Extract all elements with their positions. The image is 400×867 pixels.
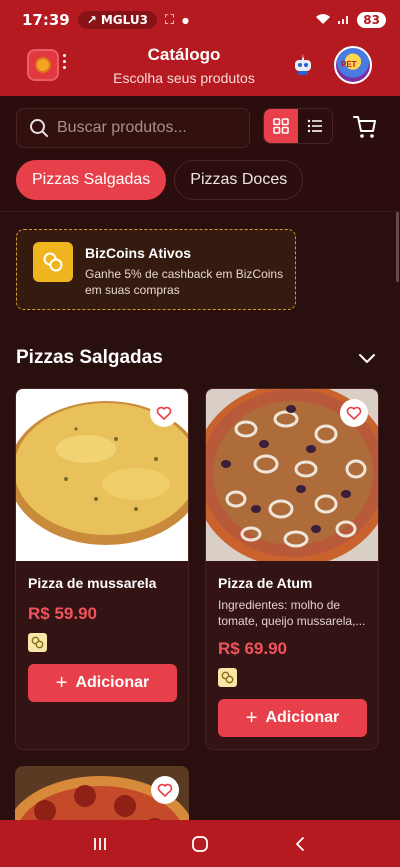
tab-pizzas-salgadas[interactable]: Pizzas Salgadas <box>16 160 167 200</box>
back-button[interactable] <box>285 829 315 859</box>
status-bar: 17:39 ↗ MGLU3 ⛶ ● 83 <box>0 0 400 40</box>
signal-icon <box>337 13 351 28</box>
add-to-cart-button[interactable]: + Adicionar <box>218 699 367 737</box>
add-button-label: Adicionar <box>75 674 150 691</box>
grid-view-icon <box>273 118 289 134</box>
grid-view-button[interactable] <box>264 109 298 143</box>
heart-icon <box>157 783 173 797</box>
wifi-icon <box>315 13 331 28</box>
list-view-button[interactable] <box>298 109 332 143</box>
catalog-content[interactable]: BizCoins Ativos Ganhe 5% de cashback em … <box>0 212 400 820</box>
category-tabs: Pizzas Salgadas Pizzas Doces <box>16 160 304 200</box>
status-time: 17:39 <box>22 11 70 29</box>
view-toggle <box>263 108 333 144</box>
tab-pizzas-doces[interactable]: Pizzas Doces <box>174 160 304 200</box>
promo-text: Ganhe 5% de cashback em BizCoins em suas… <box>85 267 284 297</box>
favorite-button[interactable] <box>151 776 179 804</box>
list-view-icon <box>307 119 322 133</box>
plus-icon: + <box>245 706 258 729</box>
coin-icon <box>33 242 73 282</box>
avatar-text: PET <box>341 60 357 69</box>
search-icon <box>30 119 48 137</box>
product-price: R$ 69.90 <box>218 639 287 658</box>
favorite-button[interactable] <box>340 399 368 427</box>
avatar[interactable]: PET <box>334 46 372 84</box>
status-ticker-pill: ↗ MGLU3 <box>77 11 157 29</box>
home-icon <box>192 835 208 852</box>
heart-icon <box>346 406 362 420</box>
promo-title: BizCoins Ativos <box>85 245 192 261</box>
product-name: Pizza de mussarela <box>28 575 157 591</box>
product-price: R$ 59.90 <box>28 604 97 623</box>
notification-dot-icon: ● <box>182 15 190 25</box>
product-card[interactable]: Pizza de Atum Ingredientes: molho de tom… <box>205 388 379 750</box>
screenshot-icon: ⛶ <box>164 12 175 28</box>
cart-icon[interactable] <box>352 114 378 140</box>
favorite-button[interactable] <box>150 399 178 427</box>
home-button[interactable] <box>185 829 215 859</box>
status-ticker-text: MGLU3 <box>100 13 148 27</box>
robot-icon[interactable] <box>291 53 315 77</box>
plus-icon: + <box>55 671 68 694</box>
bizcoins-promo-banner: BizCoins Ativos Ganhe 5% de cashback em … <box>16 229 296 310</box>
product-description: Ingredientes: molho de tomate, queijo mu… <box>218 598 366 628</box>
back-icon <box>296 836 304 851</box>
product-name: Pizza de Atum <box>218 575 313 591</box>
add-to-cart-button[interactable]: + Adicionar <box>28 664 177 702</box>
trending-up-icon: ↗ <box>86 13 97 27</box>
product-card[interactable]: Pizza de mussarela R$ 59.90 + Adicionar <box>15 388 189 750</box>
chevron-down-icon[interactable] <box>358 352 376 364</box>
scrollbar[interactable] <box>396 212 399 282</box>
search-box[interactable] <box>16 108 250 148</box>
search-input[interactable] <box>57 119 237 137</box>
product-card[interactable] <box>15 766 189 820</box>
battery-indicator: 83 <box>357 12 386 28</box>
coin-icon <box>28 633 47 652</box>
menu-icon <box>94 837 106 850</box>
heart-icon <box>156 406 172 420</box>
catalog-toolbar: Pizzas Salgadas Pizzas Doces <box>0 96 400 212</box>
add-button-label: Adicionar <box>265 709 340 726</box>
system-nav-bar <box>0 820 400 867</box>
coin-icon <box>218 668 237 687</box>
section-title: Pizzas Salgadas <box>16 347 163 368</box>
recent-apps-button[interactable] <box>85 829 115 859</box>
status-right: 83 <box>315 12 386 28</box>
app-bar: Catálogo Escolha seus produtos PET <box>0 40 400 96</box>
